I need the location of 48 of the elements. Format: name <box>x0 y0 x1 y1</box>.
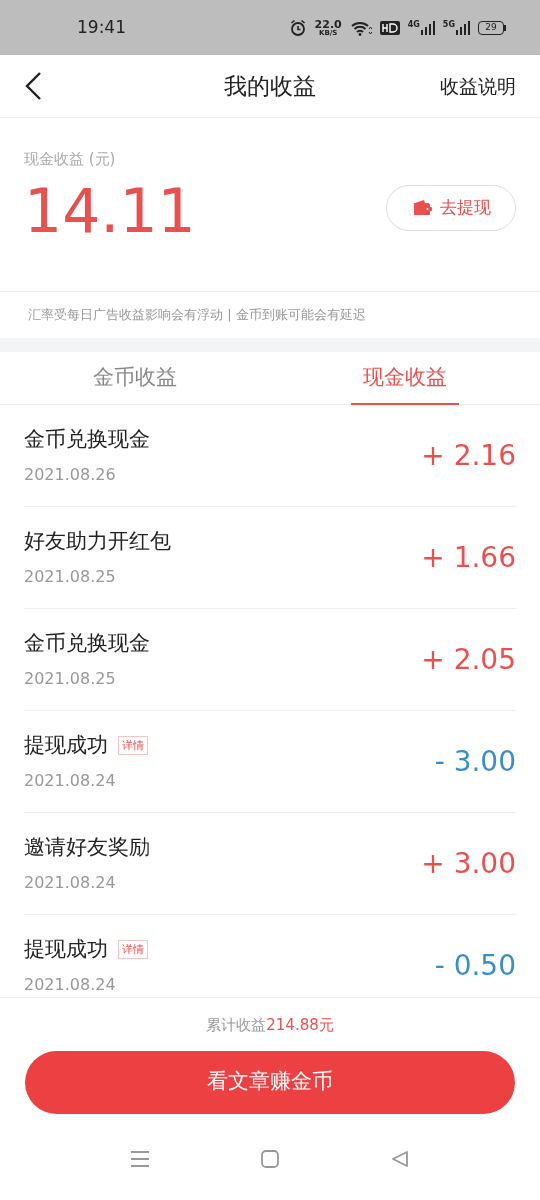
record-amount: + 2.05 <box>421 641 516 678</box>
battery-level: 29 <box>485 23 497 32</box>
details-button[interactable]: 详情 <box>118 736 148 755</box>
read-articles-button[interactable]: 看文章赚金币 <box>25 1050 515 1114</box>
menu-button[interactable] <box>130 1150 150 1168</box>
hd-icon <box>379 20 400 35</box>
nav-back-button[interactable] <box>390 1149 410 1169</box>
record-title: 金币兑换现金 <box>24 425 150 453</box>
wifi-icon <box>349 19 372 36</box>
back-icon <box>24 71 42 101</box>
record-amount: + 3.00 <box>421 845 516 882</box>
cash-earnings-label: 现金收益 (元) <box>24 149 117 170</box>
earnings-info-link[interactable]: 收益说明 <box>440 71 516 101</box>
home-button[interactable] <box>260 1149 280 1169</box>
details-button[interactable]: 详情 <box>118 940 148 959</box>
record-date: 2021.08.24 <box>24 872 117 895</box>
record-title: 提现成功 <box>24 731 108 759</box>
total-earnings-label: 累计收益 <box>206 1015 267 1036</box>
page-title: 我的收益 <box>224 71 316 101</box>
menu-icon <box>130 1150 150 1168</box>
net-speed: 22.0 <box>314 18 342 30</box>
triangle-icon <box>390 1149 410 1169</box>
record-date: 2021.08.26 <box>24 464 117 487</box>
network-label: 4G <box>407 20 420 29</box>
record-amount: - 3.00 <box>434 743 516 780</box>
record-amount: + 2.16 <box>421 437 516 474</box>
record-title: 金币兑换现金 <box>24 629 150 657</box>
record-title: 提现成功 <box>24 935 108 963</box>
record-date: 2021.08.25 <box>24 668 117 691</box>
record-title: 邀请好友奖励 <box>24 833 150 861</box>
total-earnings-value: 214.88元 <box>266 1015 334 1036</box>
record-title: 好友助力开红包 <box>24 527 171 555</box>
signal-icon <box>420 20 435 35</box>
status-time: 19:41 <box>77 15 126 39</box>
wallet-icon <box>411 199 432 217</box>
alarm-icon <box>288 18 307 37</box>
record-date: 2021.08.24 <box>24 974 117 997</box>
square-icon <box>260 1149 280 1169</box>
network-label: 5G <box>442 20 455 29</box>
disclaimer-text: 汇率受每日广告收益影响会有浮动 | 金币到账可能会有延迟 <box>27 306 367 325</box>
tab[interactable]: 金币收益 <box>81 352 189 405</box>
cash-balance: 14.11 <box>24 180 196 241</box>
tab[interactable]: 现金收益 <box>351 352 459 405</box>
record-date: 2021.08.24 <box>24 770 117 793</box>
signal-icon <box>456 20 470 35</box>
record-date: 2021.08.25 <box>24 566 117 589</box>
record-amount: + 1.66 <box>421 539 516 576</box>
record-amount: - 0.50 <box>434 947 516 984</box>
